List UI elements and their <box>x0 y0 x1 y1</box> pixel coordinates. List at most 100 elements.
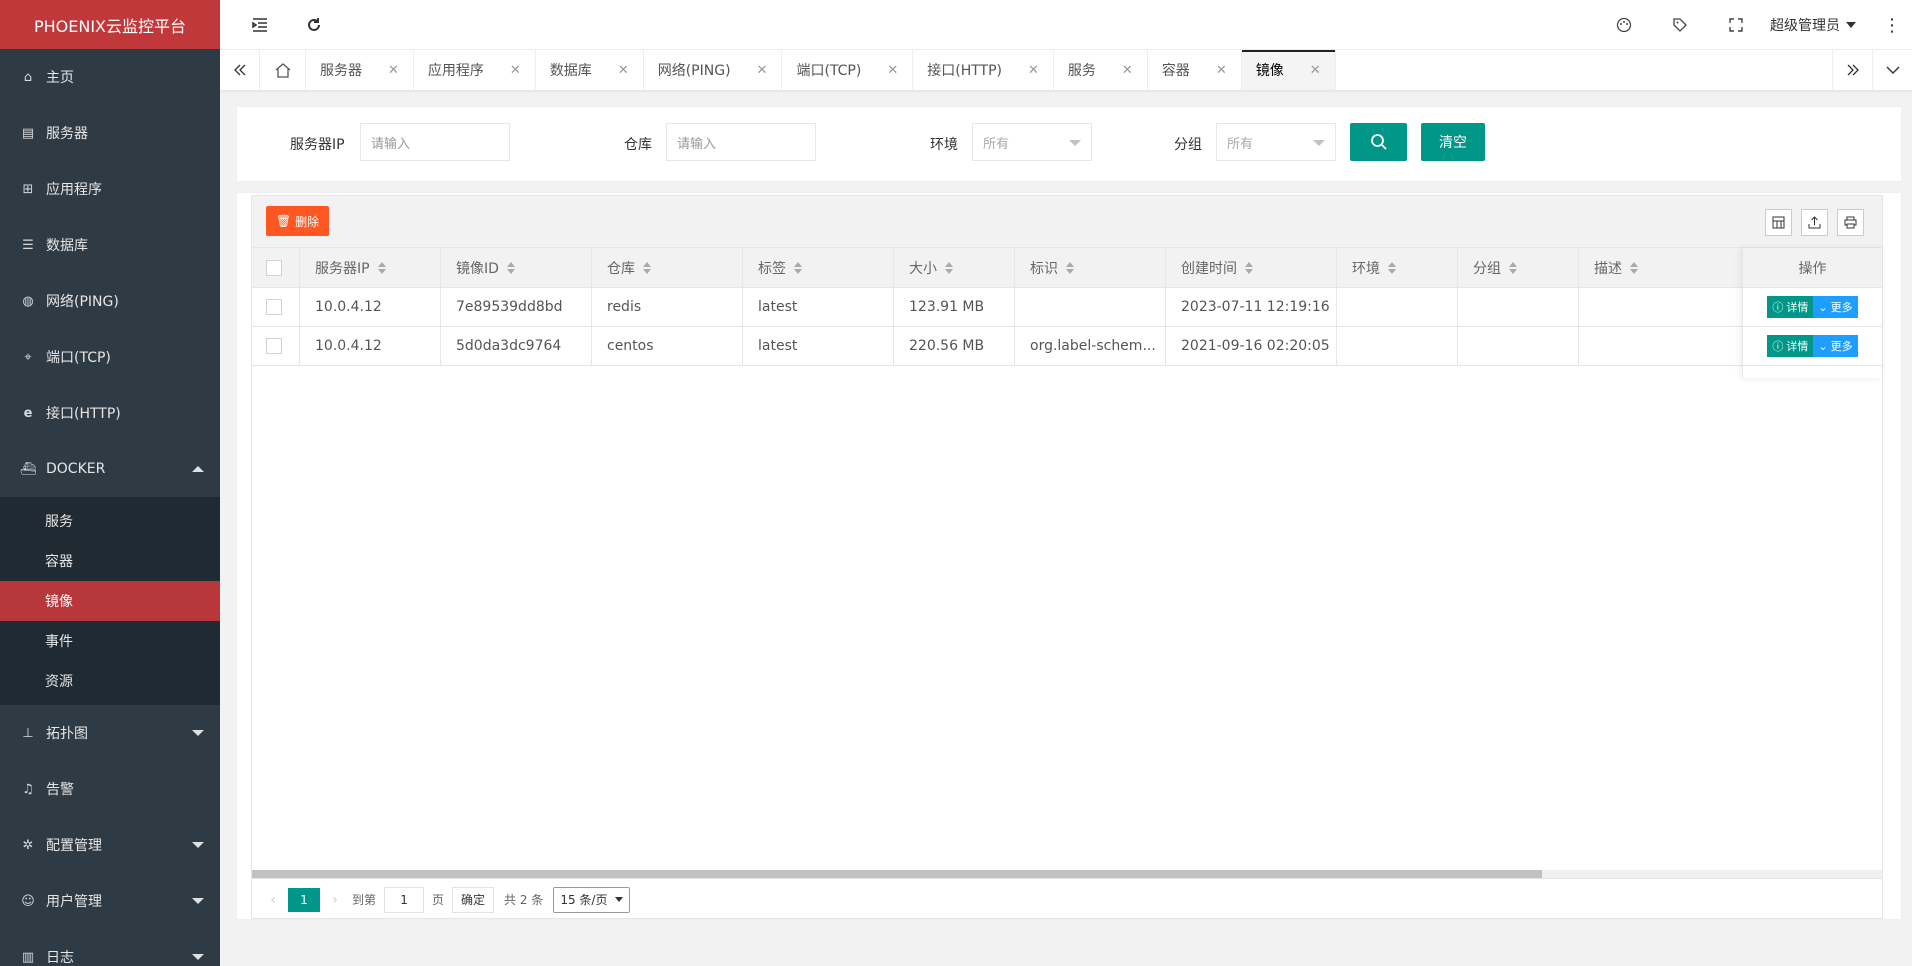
tab-database[interactable]: 数据库 ✕ <box>536 50 644 90</box>
sidebar-item-log[interactable]: ▥ 日志 <box>0 929 220 966</box>
col-header[interactable]: 环境 <box>1337 248 1458 287</box>
delete-button[interactable]: 🗑 删除 <box>266 206 329 236</box>
page-size-select[interactable]: 15 条/页 <box>553 886 631 913</box>
sort-icon[interactable] <box>643 261 651 274</box>
repo-input[interactable]: 请输入 <box>666 123 816 161</box>
tabs-menu-chevron-down-icon[interactable] <box>1872 50 1912 90</box>
row-checkbox[interactable] <box>266 299 282 315</box>
goto-page-input[interactable]: 1 <box>384 886 425 913</box>
select-all-checkbox[interactable] <box>266 259 282 276</box>
col-header[interactable]: 分组 <box>1458 248 1579 287</box>
detail-button[interactable]: ⓘ 详情 <box>1767 335 1814 357</box>
tabs-scroll-left-icon[interactable] <box>220 50 260 90</box>
sort-icon[interactable] <box>1066 261 1074 274</box>
close-icon[interactable]: ✕ <box>388 63 399 78</box>
sidebar-subitem-resource[interactable]: 资源 <box>0 661 220 701</box>
prev-page-icon[interactable]: ‹ <box>264 892 282 908</box>
sort-icon[interactable] <box>1245 261 1253 274</box>
more-button[interactable]: ⌄ 更多 <box>1813 335 1858 357</box>
col-header[interactable]: 标签 <box>743 248 894 287</box>
row-checkbox[interactable] <box>266 338 282 354</box>
columns-filter-icon[interactable] <box>1765 209 1792 236</box>
tab-http[interactable]: 接口(HTTP) ✕ <box>913 50 1054 90</box>
next-page-icon[interactable]: › <box>326 892 344 908</box>
col-header[interactable]: 创建时间 <box>1166 248 1337 287</box>
horizontal-scrollbar[interactable] <box>252 870 1882 878</box>
tab-container[interactable]: 容器 ✕ <box>1148 50 1242 90</box>
col-header[interactable]: 标识 <box>1015 248 1166 287</box>
col-header[interactable]: 描述 <box>1579 248 1744 287</box>
close-icon[interactable]: ✕ <box>1122 63 1133 78</box>
tab-home-icon[interactable] <box>260 50 306 90</box>
more-vertical-icon[interactable]: ⋮ <box>1872 15 1912 36</box>
refresh-icon[interactable] <box>303 14 325 36</box>
group-select[interactable]: 所有 <box>1216 123 1336 161</box>
fullscreen-icon[interactable] <box>1708 0 1764 50</box>
sidebar-subitem-image[interactable]: 镜像 <box>0 581 220 621</box>
tab-image[interactable]: 镜像 ✕ <box>1241 50 1336 90</box>
sidebar-item-http[interactable]: e 接口(HTTP) <box>0 385 220 441</box>
table-row[interactable]: 10.0.4.12 7e89539dd8bd redis latest 123.… <box>252 288 1882 327</box>
sidebar-item-users[interactable]: ☺ 用户管理 <box>0 873 220 929</box>
sidebar-item-app[interactable]: ⊞ 应用程序 <box>0 161 220 217</box>
close-icon[interactable]: ✕ <box>1216 63 1227 78</box>
tab-label: 数据库 <box>549 63 592 79</box>
sidebar-subitem-service[interactable]: 服务 <box>0 501 220 541</box>
server-ip-input[interactable]: 请输入 <box>360 123 510 161</box>
sidebar-item-home[interactable]: ⌂ 主页 <box>0 49 220 105</box>
col-header[interactable]: 服务器IP <box>300 248 441 287</box>
sort-icon[interactable] <box>1509 261 1517 274</box>
col-header[interactable]: 镜像ID <box>441 248 592 287</box>
close-icon[interactable]: ✕ <box>1028 63 1039 78</box>
sidebar-item-docker[interactable]: ⛴ DOCKER <box>0 441 220 497</box>
sidebar-item-config[interactable]: ✲ 配置管理 <box>0 817 220 873</box>
sidebar-subitem-event[interactable]: 事件 <box>0 621 220 661</box>
close-icon[interactable]: ✕ <box>510 63 521 78</box>
sidebar-item-tcp[interactable]: ⌖ 端口(TCP) <box>0 329 220 385</box>
sidebar-item-alarm[interactable]: ♫ 告警 <box>0 761 220 817</box>
tab-tcp[interactable]: 端口(TCP) ✕ <box>782 50 914 90</box>
close-icon[interactable]: ✕ <box>757 63 768 78</box>
page-size-value: 15 条/页 <box>560 893 608 907</box>
menu-toggle-icon[interactable] <box>249 14 271 36</box>
tab-ping[interactable]: 网络(PING) ✕ <box>644 50 783 90</box>
sidebar-item-server[interactable]: ▤ 服务器 <box>0 105 220 161</box>
close-icon[interactable]: ✕ <box>1310 63 1321 78</box>
export-icon[interactable] <box>1801 209 1828 236</box>
detail-button[interactable]: ⓘ 详情 <box>1767 296 1814 318</box>
sidebar-item-topology[interactable]: ⊥ 拓扑图 <box>0 705 220 761</box>
tab-app[interactable]: 应用程序 ✕ <box>414 50 536 90</box>
scrollbar-thumb[interactable] <box>252 870 1542 878</box>
user-menu[interactable]: 超级管理员 <box>1764 15 1872 35</box>
sort-icon[interactable] <box>945 261 953 274</box>
env-select[interactable]: 所有 <box>972 123 1092 161</box>
user-icon: ☺ <box>21 893 35 909</box>
print-icon[interactable] <box>1837 209 1864 236</box>
goto-confirm-button[interactable]: 确定 <box>452 886 495 913</box>
sort-icon[interactable] <box>1388 261 1396 274</box>
close-icon[interactable]: ✕ <box>887 63 898 78</box>
theme-palette-icon[interactable] <box>1596 0 1652 50</box>
col-header[interactable]: 大小 <box>894 248 1015 287</box>
table-row[interactable]: 10.0.4.12 5d0da3dc9764 centos latest 220… <box>252 327 1882 366</box>
page-1-button[interactable]: 1 <box>288 887 320 912</box>
col-header[interactable]: 仓库 <box>592 248 743 287</box>
clear-button[interactable]: 清空 <box>1421 123 1485 161</box>
tab-server[interactable]: 服务器 ✕ <box>306 50 414 90</box>
row-select-cell <box>252 288 300 326</box>
sort-icon[interactable] <box>1630 261 1638 274</box>
sidebar-item-database[interactable]: ☰ 数据库 <box>0 217 220 273</box>
close-icon[interactable]: ✕ <box>618 63 629 78</box>
sort-icon[interactable] <box>794 261 802 274</box>
app-logo-title[interactable]: PHOENIX云监控平台 <box>0 0 220 49</box>
search-button[interactable] <box>1350 123 1407 161</box>
tab-service[interactable]: 服务 ✕ <box>1054 50 1148 90</box>
cell-group <box>1458 327 1579 365</box>
tabs-scroll-right-icon[interactable] <box>1832 50 1872 90</box>
sidebar-subitem-container[interactable]: 容器 <box>0 541 220 581</box>
sort-icon[interactable] <box>377 261 386 274</box>
sort-icon[interactable] <box>506 261 515 274</box>
more-button[interactable]: ⌄ 更多 <box>1813 296 1858 318</box>
tag-icon[interactable] <box>1652 0 1708 50</box>
sidebar-item-ping[interactable]: ◍ 网络(PING) <box>0 273 220 329</box>
